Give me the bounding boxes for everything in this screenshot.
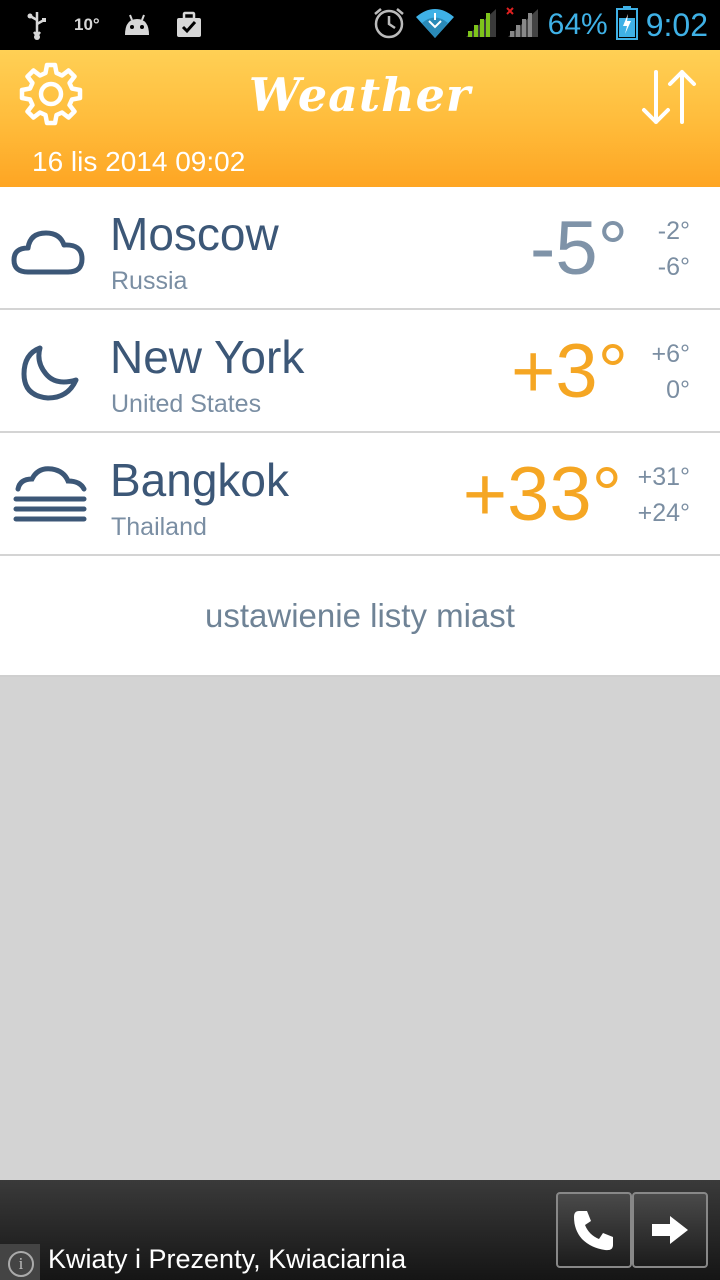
briefcase-check-icon [174,10,204,40]
temp-low: +24° [637,499,690,527]
temp-high: +6° [651,340,690,368]
ad-next-button[interactable] [632,1192,708,1268]
temp-high: -2° [657,217,690,245]
status-time: 9:02 [645,6,708,43]
city-name: Moscow [110,208,279,260]
usb-icon [22,10,52,40]
current-temp: +33° [462,452,622,537]
ad-call-button[interactable] [556,1192,632,1268]
manage-cities-link[interactable]: ustawienie listy miast [205,597,515,635]
last-update-date: 16 lis 2014 09:02 [32,146,246,177]
city-row-moscow[interactable]: Moscow Russia -5° -2° -6° [0,187,720,310]
manage-cities-row[interactable]: ustawienie listy miast [0,556,720,677]
temp-low: 0° [666,376,690,404]
battery-percent: 64% [547,8,608,41]
sort-button[interactable] [638,66,700,128]
city-name: New York [110,331,305,383]
app-title: Weather [248,68,472,122]
country-name: Thailand [111,513,207,541]
fog-icon [10,457,90,537]
moon-icon [10,334,90,414]
phone-icon [574,1211,613,1251]
city-row-new-york[interactable]: New York United States +3° +6° 0° [0,310,720,433]
android-icon [122,10,152,40]
temp-low: -6° [657,253,690,281]
current-temp: +3° [510,329,628,414]
arrow-right-icon [652,1216,688,1244]
signal-no-data-icon [505,6,540,44]
ad-info-button[interactable]: i [0,1244,40,1280]
signal-icon [464,7,498,44]
status-temp: 10° [74,15,100,34]
alarm-icon [372,6,406,45]
current-temp: -5° [530,206,628,291]
city-list: Moscow Russia -5° -2° -6° New York Unite… [0,187,720,677]
temp-high: +31° [637,463,690,491]
country-name: Russia [111,267,188,295]
battery-charging-icon [615,5,638,45]
country-name: United States [111,390,262,418]
cloud-icon [10,211,90,291]
city-row-bangkok[interactable]: Bangkok Thailand +33° +31° +24° [0,433,720,556]
status-bar: 10° 64% 9:02 [0,0,720,50]
wifi-icon [414,7,456,44]
app-header: Weather 16 lis 2014 09:02 [0,50,720,187]
info-icon: i [8,1251,34,1277]
city-name: Bangkok [110,454,290,506]
ad-text[interactable]: Kwiaty i Prezenty, Kwiaciarnia [48,1244,406,1275]
sort-icon [642,70,696,124]
